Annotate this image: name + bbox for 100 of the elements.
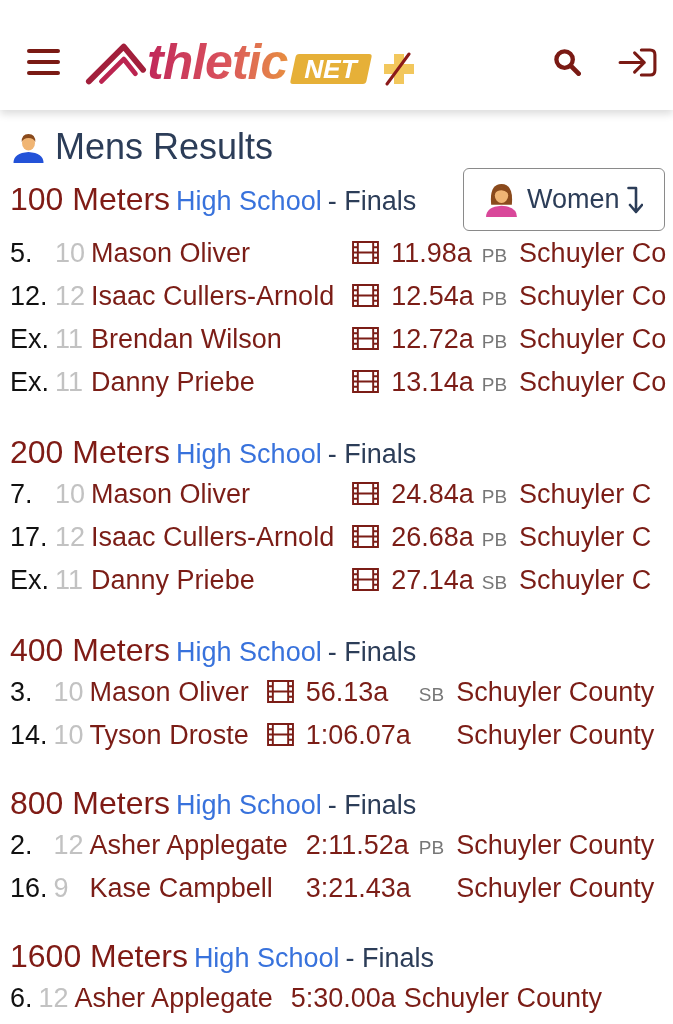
place-cell-text: 14. bbox=[10, 719, 49, 752]
event-name: 200 Meters bbox=[10, 433, 171, 472]
athlete-name[interactable]: Kase Campbell bbox=[89, 868, 306, 909]
event-name: 400 Meters bbox=[10, 631, 171, 670]
team-name[interactable]: Schuyler County bbox=[456, 715, 655, 756]
film-icon[interactable] bbox=[266, 723, 294, 746]
result-time: 13.14a bbox=[391, 366, 475, 399]
place-cell-text: Ex. bbox=[10, 366, 50, 399]
event-name: 1600 Meters bbox=[10, 937, 188, 976]
team-name[interactable]: Schuyler County bbox=[456, 825, 655, 868]
film-icon[interactable] bbox=[352, 284, 380, 307]
film-icon[interactable] bbox=[266, 680, 294, 703]
athlete-name[interactable]: Danny Priebe bbox=[91, 362, 353, 405]
grade-cell-text: 12 bbox=[55, 280, 87, 313]
women-toggle-button[interactable]: Women bbox=[463, 168, 665, 231]
team-name[interactable]: Schuyler Co bbox=[519, 276, 667, 319]
record-tag: PB bbox=[481, 362, 520, 405]
athlete-name[interactable]: Mason Oliver bbox=[89, 672, 267, 715]
place-cell-text: 3. bbox=[10, 676, 34, 709]
grade-cell-text: 10 bbox=[55, 237, 87, 270]
film-icon[interactable] bbox=[352, 525, 380, 548]
result-time: 56.13a bbox=[305, 672, 419, 715]
team-name[interactable]: Schuyler C bbox=[519, 517, 652, 560]
athlete-name[interactable]: Mason Oliver bbox=[91, 233, 353, 276]
team-name[interactable]: Schuyler County bbox=[456, 868, 655, 909]
result-time: 12.72a bbox=[391, 323, 475, 356]
team-name[interactable]: Schuyler County bbox=[403, 978, 602, 1019]
menu-button[interactable] bbox=[27, 49, 60, 75]
team-name[interactable]: Schuyler Co bbox=[519, 362, 667, 405]
film-icon[interactable] bbox=[352, 568, 380, 591]
place-cell: 16. bbox=[10, 868, 54, 909]
man-icon bbox=[12, 131, 45, 163]
result-time: 26.68a bbox=[391, 521, 475, 554]
film-icon[interactable] bbox=[352, 482, 380, 505]
athlete-name[interactable]: Asher Applegate bbox=[74, 978, 291, 1019]
record-tag: SB bbox=[418, 672, 457, 715]
event-round: - Finals bbox=[327, 789, 417, 822]
team-name[interactable]: Schuyler C bbox=[519, 474, 652, 517]
record-tag: PB bbox=[481, 233, 520, 276]
event-name: 800 Meters bbox=[10, 784, 171, 823]
athlete-name[interactable]: Isaac Cullers-Arnold bbox=[91, 276, 353, 319]
menu-icon bbox=[27, 49, 60, 75]
page-title: Mens Results bbox=[55, 127, 274, 167]
result-time: 5:30.00a bbox=[290, 982, 397, 1015]
team-name[interactable]: Schuyler Co bbox=[519, 233, 667, 276]
grade-cell-text: 10 bbox=[53, 676, 85, 709]
logo-mark-icon[interactable] bbox=[85, 41, 147, 85]
woman-icon bbox=[485, 182, 518, 217]
team-name[interactable]: Schuyler County bbox=[456, 672, 655, 715]
team-name[interactable]: Schuyler C bbox=[519, 560, 652, 603]
record-tag: PB bbox=[481, 474, 520, 517]
division-link[interactable]: High School bbox=[176, 632, 322, 672]
search-button[interactable] bbox=[554, 48, 581, 76]
division-link[interactable]: High School bbox=[176, 434, 322, 474]
place-cell-text: 7. bbox=[10, 478, 34, 511]
athlete-name[interactable]: Asher Applegate bbox=[89, 825, 306, 868]
record-tag: PB bbox=[481, 517, 520, 560]
athlete-name[interactable]: Mason Oliver bbox=[91, 474, 353, 517]
grade-cell-text: 11 bbox=[55, 323, 85, 356]
film-icon[interactable] bbox=[352, 327, 380, 350]
result-time: 12.54a bbox=[391, 280, 475, 313]
result-time: 1:06.07a bbox=[305, 719, 412, 752]
record-tag: PB bbox=[418, 825, 457, 868]
result-time: 27.14a bbox=[391, 560, 482, 603]
result-time: 2:11.52a bbox=[305, 829, 410, 862]
place-cell-text: 5. bbox=[10, 237, 34, 270]
grade-cell-text: 11 bbox=[55, 366, 85, 399]
grade-cell: 12 bbox=[53, 825, 90, 868]
result-time: 24.84a bbox=[391, 478, 475, 511]
plus-slash-icon bbox=[383, 52, 416, 86]
event-round: - Finals bbox=[327, 636, 417, 669]
division-link[interactable]: High School bbox=[176, 785, 322, 825]
event-round: - Finals bbox=[327, 184, 417, 218]
search-icon bbox=[554, 48, 581, 76]
place-cell-text: 17. bbox=[10, 521, 49, 554]
result-time: 11.98a bbox=[391, 237, 473, 270]
division-link[interactable]: High School bbox=[176, 180, 322, 221]
grade-cell-text: 9 bbox=[53, 872, 70, 905]
athlete-name[interactable]: Tyson Droste bbox=[89, 715, 267, 756]
event-round: - Finals bbox=[345, 942, 434, 975]
film-icon[interactable] bbox=[352, 241, 380, 264]
athlete-name[interactable]: Isaac Cullers-Arnold bbox=[91, 517, 353, 560]
grade-cell-text: 12 bbox=[55, 521, 87, 554]
record-tag: PB bbox=[481, 319, 520, 362]
login-button[interactable] bbox=[618, 47, 657, 77]
event-round: - Finals bbox=[327, 438, 417, 471]
team-name[interactable]: Schuyler Co bbox=[519, 319, 667, 362]
grade-cell-text: 11 bbox=[55, 564, 85, 597]
grade-cell: 10 bbox=[53, 715, 90, 756]
division-link[interactable]: High School bbox=[193, 938, 340, 978]
record-tag: SB bbox=[481, 560, 520, 603]
login-icon bbox=[618, 47, 657, 77]
film-icon[interactable] bbox=[352, 370, 380, 393]
place-cell-text: 12. bbox=[10, 280, 49, 313]
grade-cell-text: 10 bbox=[55, 478, 87, 511]
place-cell-text: Ex. bbox=[10, 564, 50, 597]
place-cell-text: 6. bbox=[10, 982, 34, 1015]
athlete-name[interactable]: Brendan Wilson bbox=[91, 319, 353, 362]
athlete-name[interactable]: Danny Priebe bbox=[91, 560, 353, 603]
result-time: 3:21.43a bbox=[305, 872, 412, 905]
